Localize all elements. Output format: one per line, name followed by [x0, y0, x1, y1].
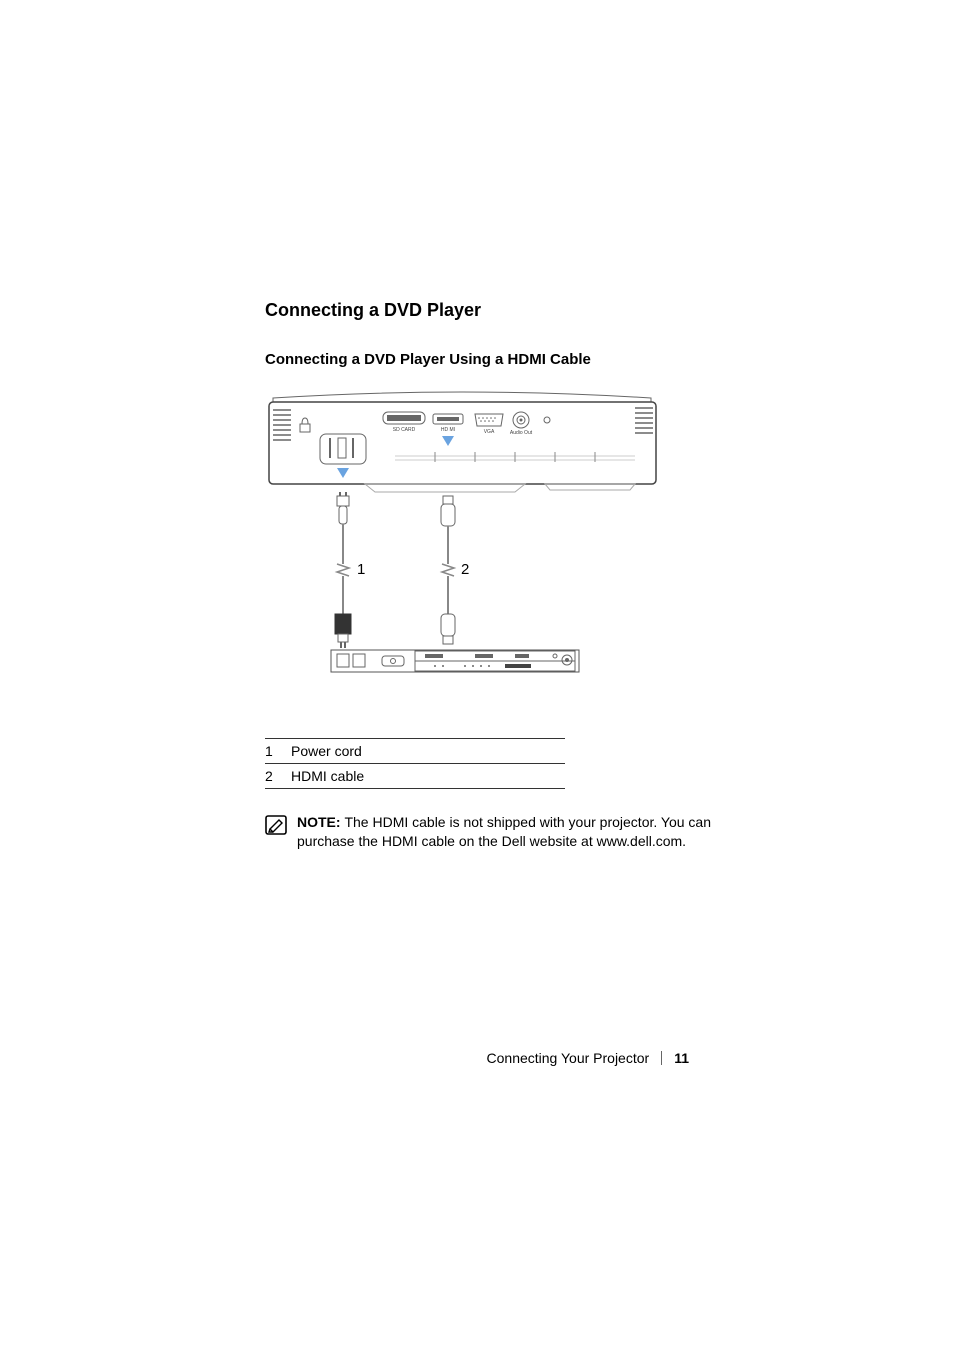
- legend-table: 1 Power cord 2 HDMI cable: [265, 738, 565, 789]
- pencil-note-icon: [265, 815, 287, 840]
- legend-row: 1 Power cord: [265, 739, 565, 764]
- note-body: The HDMI cable is not shipped with your …: [297, 814, 711, 849]
- legend-row: 2 HDMI cable: [265, 764, 565, 789]
- sub-heading: Connecting a DVD Player Using a HDMI Cab…: [265, 351, 715, 368]
- power-cord: [335, 492, 351, 648]
- callout-2: 2: [461, 561, 469, 578]
- note-block: NOTE: The HDMI cable is not shipped with…: [265, 813, 715, 851]
- port-label-audio: Audio Out: [510, 430, 533, 436]
- legend-num: 1: [265, 739, 291, 764]
- footer-chapter: Connecting Your Projector: [487, 1050, 650, 1066]
- section-heading: Connecting a DVD Player: [265, 300, 715, 321]
- port-label-sdcard: SD CARD: [393, 427, 416, 433]
- legend-label: HDMI cable: [291, 764, 565, 789]
- legend-num: 2: [265, 764, 291, 789]
- note-text: NOTE: The HDMI cable is not shipped with…: [297, 813, 715, 851]
- port-label-vga: VGA: [484, 429, 495, 435]
- legend-label: Power cord: [291, 739, 565, 764]
- note-prefix: NOTE:: [297, 814, 344, 830]
- page-footer: Connecting Your Projector 11: [487, 1050, 689, 1066]
- hdmi-cable: [441, 496, 455, 644]
- port-label-hdmi: HD MI: [441, 427, 455, 433]
- callout-1: 1: [357, 561, 365, 578]
- page-content: Connecting a DVD Player Connecting a DVD…: [265, 300, 715, 851]
- footer-separator: [661, 1051, 662, 1065]
- footer-page-number: 11: [674, 1050, 689, 1066]
- projector-body: SD CARD HD MI VGA Audio Out: [269, 392, 656, 492]
- dvd-player: [331, 650, 579, 672]
- connection-diagram: SD CARD HD MI VGA Audio Out: [265, 388, 660, 678]
